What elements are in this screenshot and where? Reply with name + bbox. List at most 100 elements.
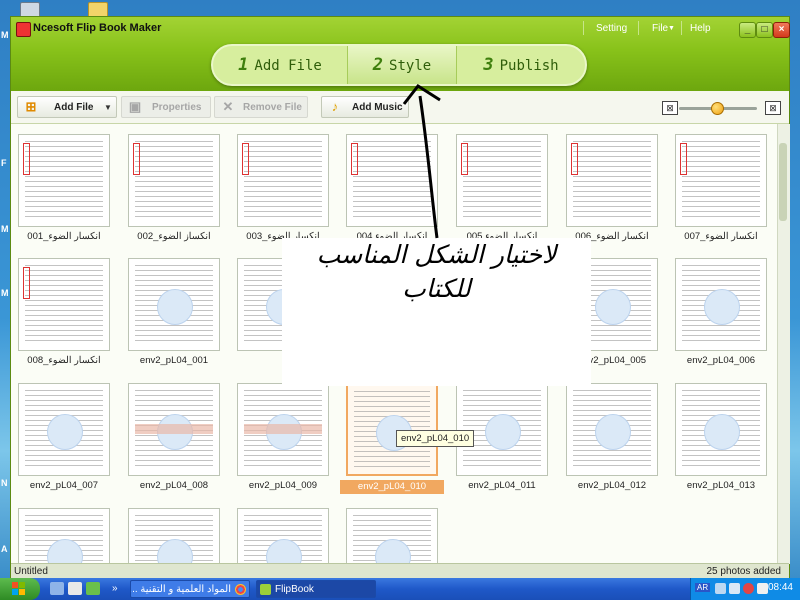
photo-thumbnail[interactable] (456, 134, 548, 227)
photo-thumbnail[interactable] (675, 134, 767, 227)
step-number: 3 (483, 55, 494, 75)
scrollbar-thumb[interactable] (779, 143, 787, 221)
photo-thumbnail[interactable] (18, 258, 110, 351)
step-add-file[interactable]: 1 Add File (213, 46, 347, 84)
properties-icon: ▣ (128, 99, 142, 114)
start-button[interactable] (0, 578, 40, 600)
quicklaunch-app-icon[interactable] (86, 582, 100, 595)
system-tray: AR 08:44 (690, 578, 800, 600)
music-note-icon: ♪ (331, 99, 339, 114)
photo-thumbnail[interactable] (128, 258, 220, 351)
task-browser-label: المواد العلمية و التقنية ... (130, 584, 231, 595)
watermark-logo-icon (704, 289, 740, 325)
photo-thumbnail[interactable] (566, 383, 658, 476)
page-margin-mark (133, 143, 140, 175)
step-style[interactable]: 2 Style (348, 46, 456, 84)
zoom-out-icon[interactable]: ⊠ (662, 101, 678, 115)
photo-thumbnail[interactable] (128, 134, 220, 227)
thumbnail-caption: env2_pL04_008 (139, 480, 209, 491)
step-number: 2 (372, 55, 384, 75)
minimize-button[interactable]: _ (739, 22, 756, 38)
thumbnail-caption: env2_pL04_009 (248, 480, 318, 491)
photo-thumbnail[interactable] (675, 383, 767, 476)
photo-thumbnail[interactable] (237, 508, 329, 564)
title-bar[interactable]: Ncesoft Flip Book Maker Setting File ▼ H… (11, 17, 790, 91)
watermark-logo-icon (595, 289, 631, 325)
step-number: 1 (238, 55, 249, 75)
remove-icon: ✕ (222, 99, 234, 114)
zoom-in-icon[interactable]: ⊠ (765, 101, 781, 115)
close-button[interactable]: × (773, 22, 790, 38)
annotation-note: لاختيار الشكل المناسب للكتاب (282, 238, 591, 386)
annotation-text: لاختيار الشكل المناسب للكتاب (316, 240, 557, 303)
quicklaunch-expand-icon[interactable]: » (112, 582, 126, 595)
menu-file[interactable]: File (652, 23, 668, 34)
highlight-band (244, 424, 322, 434)
thumbnail-caption: env2_pL04_012 (577, 480, 647, 491)
zoom-slider-thumb[interactable] (711, 102, 724, 115)
desktop-icon-label: N (1, 478, 8, 488)
menu-help[interactable]: Help (690, 23, 711, 34)
watermark-logo-icon (485, 414, 521, 450)
thumbnail-tooltip: env2_pL04_010 (396, 430, 475, 447)
page-text-preview (25, 141, 103, 220)
photo-thumbnail[interactable] (128, 508, 220, 564)
page-margin-mark (23, 143, 30, 175)
language-indicator[interactable]: AR (695, 583, 711, 592)
highlight-band (135, 424, 213, 434)
watermark-logo-icon (704, 414, 740, 450)
add-music-button[interactable]: ♪ Add Music (321, 96, 409, 118)
volume-icon[interactable] (729, 583, 740, 594)
tray-app-icon[interactable] (757, 583, 768, 594)
add-file-button[interactable]: ⊞ Add File ▼ (17, 96, 117, 118)
photo-thumbnail[interactable] (237, 383, 329, 476)
photo-thumbnail[interactable] (346, 134, 438, 227)
app-title: Ncesoft Flip Book Maker (33, 22, 162, 34)
page-text-preview (25, 265, 103, 344)
desktop-icon-label: M (1, 30, 9, 40)
chrome-icon (235, 584, 246, 595)
add-file-icon: ⊞ (25, 99, 37, 114)
flipbook-icon (260, 584, 271, 595)
maximize-button[interactable]: □ (756, 22, 773, 38)
remove-file-button[interactable]: ✕ Remove File (214, 96, 308, 118)
desktop-icon-label: F (1, 158, 7, 168)
photo-thumbnail[interactable] (566, 134, 658, 227)
step-label: Add File (254, 58, 322, 74)
page-margin-mark (571, 143, 578, 175)
photo-thumbnail[interactable] (237, 134, 329, 227)
page-text-preview (244, 141, 322, 220)
properties-button[interactable]: ▣ Properties (121, 96, 211, 118)
properties-label: Properties (152, 102, 202, 113)
task-browser[interactable]: المواد العلمية و التقنية ... (130, 580, 250, 598)
watermark-logo-icon (47, 414, 83, 450)
photo-thumbnail[interactable] (18, 134, 110, 227)
page-margin-mark (23, 267, 30, 299)
photo-thumbnail[interactable] (675, 258, 767, 351)
task-flipbook[interactable]: FlipBook (256, 580, 376, 598)
quicklaunch-desktop-icon[interactable] (50, 582, 64, 595)
menu-file-arrow-icon: ▼ (668, 25, 675, 32)
thumbnail-caption: env2_pL04_013 (686, 480, 756, 491)
desktop-icon-label: M (1, 288, 9, 298)
remove-file-label: Remove File (243, 102, 302, 113)
photo-thumbnail[interactable] (346, 508, 438, 564)
photo-thumbnail[interactable] (18, 508, 110, 564)
thumbnail-caption: انكسار الضوء_001 (27, 231, 101, 242)
windows-logo-icon (12, 582, 25, 595)
chevron-down-icon[interactable]: ▼ (104, 97, 112, 119)
thumbnail-caption: env2_pL04_006 (686, 355, 756, 366)
quicklaunch-mail-icon[interactable] (68, 582, 82, 595)
watermark-logo-icon (157, 289, 193, 325)
photo-thumbnail[interactable] (18, 383, 110, 476)
step-publish[interactable]: 3 Publish (457, 46, 585, 84)
network-icon[interactable] (715, 583, 726, 594)
thumbnail-caption: انكسار الضوء_007 (684, 231, 758, 242)
photo-thumbnail[interactable] (128, 383, 220, 476)
menu-setting[interactable]: Setting (596, 23, 627, 34)
desktop-icon-label: M (1, 224, 9, 234)
step-label: Style (389, 58, 432, 74)
security-icon[interactable] (743, 583, 754, 594)
page-text-preview (353, 141, 431, 220)
app-icon (16, 22, 31, 37)
